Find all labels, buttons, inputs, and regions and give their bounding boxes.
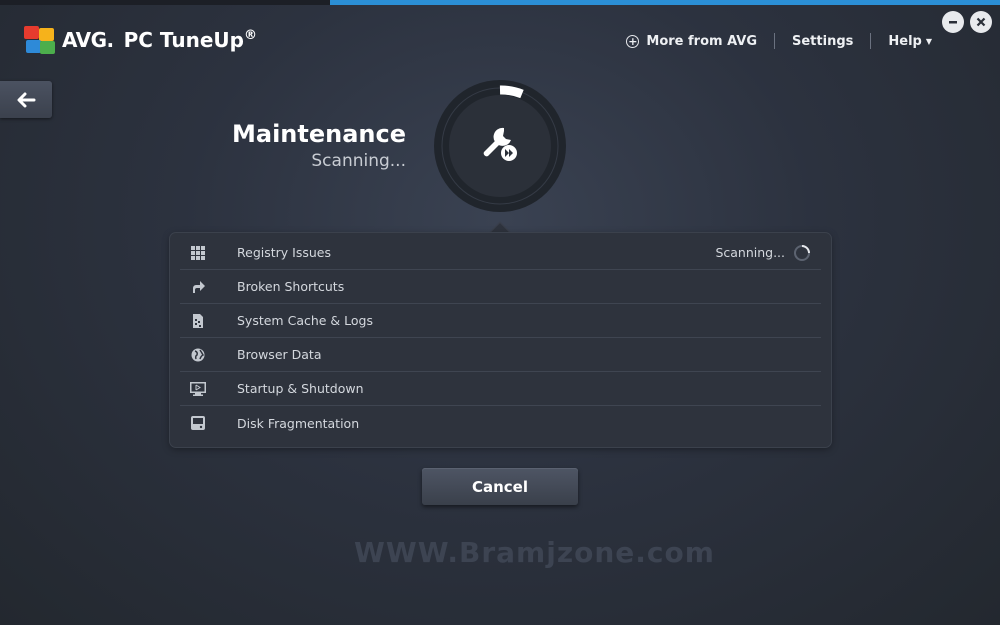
watermark-text: WWW.Bramjzone.com: [354, 536, 715, 569]
help-menu[interactable]: Help ▼: [888, 34, 932, 49]
cache-file-icon: [190, 313, 206, 329]
progress-dial: [434, 80, 566, 212]
scan-item-browser: Browser Data: [180, 338, 821, 372]
page-title: Maintenance: [231, 120, 406, 148]
back-button[interactable]: [0, 81, 52, 118]
scan-item-label: System Cache & Logs: [237, 313, 373, 328]
app-logo: AVG. PC TuneUp®: [24, 26, 257, 54]
scan-item-startup: Startup & Shutdown: [180, 372, 821, 406]
registered-mark: ®: [243, 28, 257, 43]
nav-divider: [870, 33, 872, 49]
scan-item-label: Broken Shortcuts: [237, 279, 345, 294]
disk-icon: [190, 415, 206, 431]
scan-item-status-text: Scanning...: [715, 245, 785, 260]
scan-item-label: Disk Fragmentation: [237, 415, 360, 431]
more-from-avg-link[interactable]: + More from AVG: [626, 34, 757, 49]
close-icon: [976, 17, 986, 27]
minimize-button[interactable]: [942, 11, 964, 33]
product-name: PC TuneUp®: [124, 28, 257, 52]
grid-icon: [190, 245, 206, 261]
more-from-avg-label: More from AVG: [646, 33, 757, 49]
progress-arc: [499, 85, 524, 99]
scan-item-registry: Registry Issues Scanning...: [180, 236, 821, 270]
avg-logo-icon: [24, 26, 56, 54]
scan-status-text: Scanning...: [311, 151, 406, 171]
scan-item-label: Registry Issues: [237, 245, 331, 260]
scan-item-label: Startup & Shutdown: [237, 381, 364, 396]
globe-icon: [190, 347, 206, 363]
scan-items-panel: Registry Issues Scanning... Broken Short…: [170, 233, 831, 447]
monitor-icon: [190, 381, 206, 397]
nav-divider: [774, 33, 775, 49]
help-label: Help: [888, 33, 922, 49]
minimize-icon: [949, 21, 957, 24]
scan-item-label: Browser Data: [237, 347, 322, 362]
scan-item-status: Scanning...: [715, 244, 811, 262]
settings-link[interactable]: Settings: [792, 34, 853, 49]
brand-name: AVG.: [62, 28, 114, 52]
scan-item-cache: System Cache & Logs: [180, 304, 821, 338]
scan-item-shortcuts: Broken Shortcuts: [180, 270, 821, 304]
scan-item-disk: Disk Fragmentation: [180, 406, 821, 440]
arrow-left-icon: [17, 92, 36, 107]
close-button[interactable]: [970, 11, 992, 33]
spinner-icon: [794, 244, 810, 261]
product-name-text: PC TuneUp: [123, 28, 244, 52]
cancel-button[interactable]: Cancel: [422, 468, 578, 505]
chevron-down-icon: ▼: [925, 36, 932, 46]
shortcut-arrow-icon: [190, 279, 206, 295]
top-accent-bar-dark: [0, 0, 330, 5]
plus-circle-icon: +: [626, 34, 640, 48]
top-navigation: + More from AVG Settings Help ▼: [626, 33, 932, 49]
